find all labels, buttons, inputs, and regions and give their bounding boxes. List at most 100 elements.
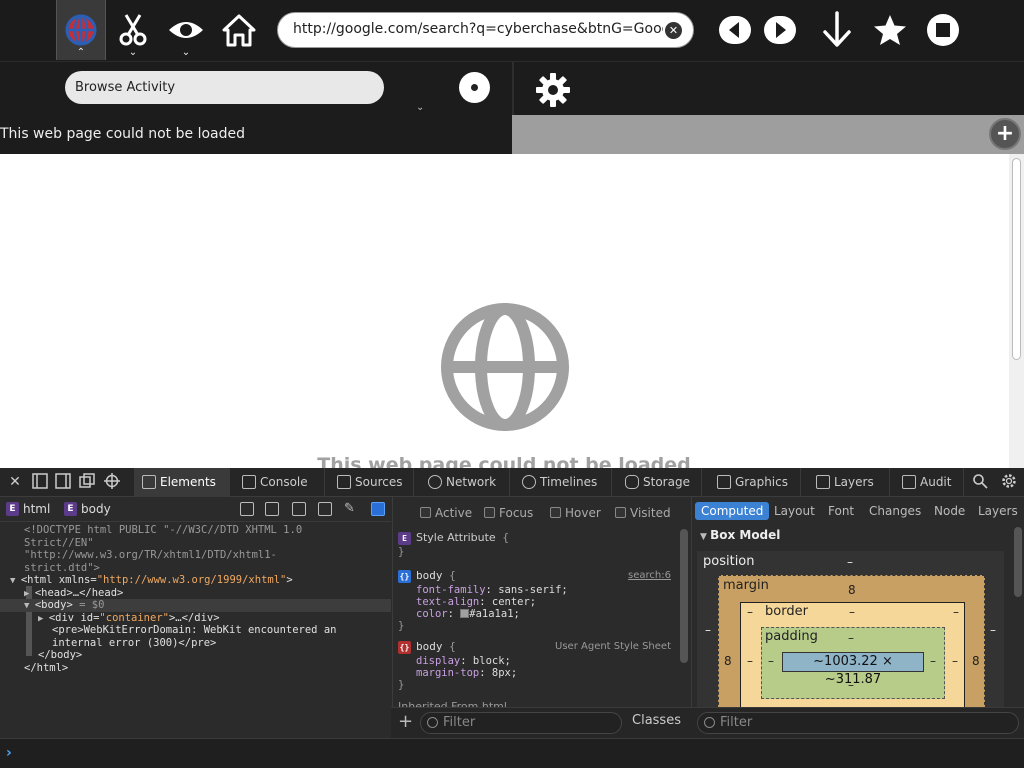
- box-model-section[interactable]: ▼ Box Model: [700, 528, 780, 542]
- pencil-icon[interactable]: ✎: [344, 502, 358, 516]
- tab-changes[interactable]: Changes: [863, 502, 927, 520]
- dom-html-node[interactable]: ▼ <html xmlns="http://www.w3.org/1999/xh…: [0, 574, 391, 587]
- rules-filter-input[interactable]: Filter: [420, 712, 622, 734]
- download-button[interactable]: [817, 0, 857, 60]
- disclosure-closed-icon[interactable]: ▶: [24, 589, 35, 599]
- browse-activity-field[interactable]: Browse Activity: [65, 71, 384, 104]
- dom-head-node[interactable]: ▶ <head>…</head>: [0, 587, 391, 600]
- back-button[interactable]: [718, 0, 752, 60]
- cut-button[interactable]: ⌄: [113, 0, 153, 60]
- tab-layout[interactable]: Layout: [768, 502, 821, 520]
- breadcrumb-html[interactable]: Ehtml: [6, 502, 50, 516]
- tab-graphics[interactable]: Graphics: [709, 468, 801, 497]
- box-model-padding[interactable]: padding – – – – ~1003.22 × ~311.87: [761, 627, 945, 699]
- tab-font[interactable]: Font: [822, 502, 860, 520]
- url-field[interactable]: http://google.com/search?q=cyberchase&bt…: [277, 12, 694, 48]
- dom-body-close[interactable]: </body>: [0, 649, 391, 662]
- dom-body-node[interactable]: ▼ <body> = $0: [0, 599, 391, 612]
- disclosure-closed-icon[interactable]: ▶: [38, 614, 49, 624]
- tab-timelines[interactable]: Timelines: [514, 468, 612, 497]
- computed-filter-input[interactable]: Filter: [697, 712, 1019, 734]
- disclosure-open-icon: ▼: [700, 532, 711, 542]
- gear-icon[interactable]: [1000, 473, 1018, 491]
- pseudo-visited-checkbox[interactable]: Visited: [615, 506, 671, 520]
- add-tab-button[interactable]: +: [989, 118, 1021, 150]
- pseudo-hover-checkbox[interactable]: Hover: [550, 506, 601, 520]
- home-icon: [222, 14, 256, 47]
- css-property[interactable]: margin-top: 8px;: [398, 667, 673, 679]
- computed-scrollbar[interactable]: [1014, 527, 1022, 597]
- dom-doctype-cont[interactable]: "http://www.w3.org/TR/xhtml1/DTD/xhtml1-: [0, 549, 391, 562]
- shadow-icon[interactable]: [292, 502, 306, 516]
- breadcrumb-body[interactable]: Ebody: [64, 502, 111, 516]
- dom-doctype[interactable]: <!DOCTYPE html PUBLIC "-//W3C//DTD XHTML…: [0, 524, 391, 537]
- console-icon: [242, 475, 256, 489]
- tab-computed[interactable]: Computed: [695, 502, 770, 520]
- bookmark-button[interactable]: [870, 0, 910, 60]
- tab-audit[interactable]: Audit: [894, 468, 964, 497]
- tab-node[interactable]: Node: [928, 502, 971, 520]
- pseudo-focus-checkbox[interactable]: Focus: [484, 506, 533, 520]
- css-rule-user-agent[interactable]: {} body {User Agent Style Sheet display: …: [398, 641, 673, 691]
- css-property[interactable]: display: block;: [398, 655, 673, 667]
- add-rule-icon[interactable]: +: [398, 711, 413, 733]
- grid-icon[interactable]: [318, 502, 332, 516]
- rules-scrollbar[interactable]: [680, 529, 688, 663]
- close-inspector-icon[interactable]: ✕: [6, 473, 24, 491]
- layout-grid-icon[interactable]: [240, 502, 254, 516]
- disclosure-open-icon[interactable]: ▼: [24, 601, 35, 611]
- tab-network[interactable]: Network: [420, 468, 510, 497]
- source-link[interactable]: search:6: [628, 570, 671, 582]
- style-attribute-rule[interactable]: E Style Attribute { }: [398, 532, 673, 558]
- crosshair-icon[interactable]: [103, 473, 121, 491]
- box-model-content[interactable]: ~1003.22 × ~311.87: [782, 652, 924, 687]
- tab-console[interactable]: Console: [234, 468, 325, 497]
- arrow-left-icon: [719, 16, 751, 44]
- dom-pre-node-cont[interactable]: internal error (300)</pre>: [0, 637, 391, 650]
- stop-button[interactable]: [924, 0, 962, 60]
- tab-elements[interactable]: Elements: [134, 468, 230, 497]
- url-text[interactable]: http://google.com/search?q=cyberchase&bt…: [293, 21, 663, 37]
- sidebar-toggle-icon[interactable]: [371, 502, 385, 516]
- chevron-down-icon: ⌄: [416, 102, 425, 113]
- home-button[interactable]: [218, 0, 260, 60]
- search-icon[interactable]: [971, 473, 989, 491]
- dom-doctype-cont[interactable]: Strict//EN": [0, 537, 391, 550]
- globe-icon: [65, 14, 97, 46]
- css-property[interactable]: color: #a1a1a1;: [398, 608, 673, 620]
- print-icon[interactable]: [265, 502, 279, 516]
- element-icon: E: [6, 502, 19, 516]
- dom-div-node[interactable]: ▶ <div id="container">…</div>: [0, 612, 391, 625]
- settings-button[interactable]: [535, 72, 571, 108]
- dom-pre-node[interactable]: <pre>WebKitErrorDomain: WebKit encounter…: [0, 624, 391, 637]
- tab-sources[interactable]: Sources: [329, 468, 414, 497]
- tab-computed-layers[interactable]: Layers: [972, 502, 1024, 520]
- inspector-tab-bar: ✕ Elements Console Sources Network Timel…: [0, 468, 1024, 497]
- activity-globe-button[interactable]: ⌃: [56, 0, 106, 60]
- dom-doctype-cont[interactable]: strict.dtd">: [0, 562, 391, 575]
- clear-url-icon[interactable]: ✕: [665, 22, 682, 39]
- undock-icon[interactable]: [78, 473, 96, 491]
- console-prompt[interactable]: ›: [0, 738, 1024, 768]
- web-inspector: ✕ Elements Console Sources Network Timel…: [0, 468, 1024, 768]
- dom-html-close[interactable]: </html>: [0, 662, 391, 675]
- disclosure-open-icon[interactable]: ▼: [10, 576, 21, 586]
- tab-storage[interactable]: Storage: [617, 468, 702, 497]
- forward-button[interactable]: [763, 0, 797, 60]
- box-model-margin[interactable]: margin 8 8 8 border – – – – – padding – …: [718, 575, 985, 711]
- css-property[interactable]: font-family: sans-serif;: [398, 584, 673, 596]
- css-rule-body[interactable]: {} body {search:6 font-family: sans-serif…: [398, 570, 673, 632]
- color-swatch[interactable]: [460, 609, 470, 618]
- box-model-border[interactable]: border – – – – – padding – – – – ~1003.2…: [740, 602, 965, 711]
- margin-top-value: 8: [848, 583, 856, 597]
- page-scrollbar-thumb[interactable]: [1012, 158, 1021, 360]
- css-property[interactable]: text-align: center;: [398, 596, 673, 608]
- classes-button[interactable]: Classes: [632, 713, 681, 728]
- tab-layers[interactable]: Layers: [808, 468, 890, 497]
- view-button[interactable]: ⌄: [165, 0, 207, 60]
- dock-side-icon[interactable]: [54, 473, 72, 491]
- pseudo-active-checkbox[interactable]: Active: [420, 506, 472, 520]
- page-scrollbar[interactable]: [1009, 154, 1024, 468]
- record-dot-button[interactable]: [459, 72, 490, 103]
- dock-bottom-icon[interactable]: [31, 473, 49, 491]
